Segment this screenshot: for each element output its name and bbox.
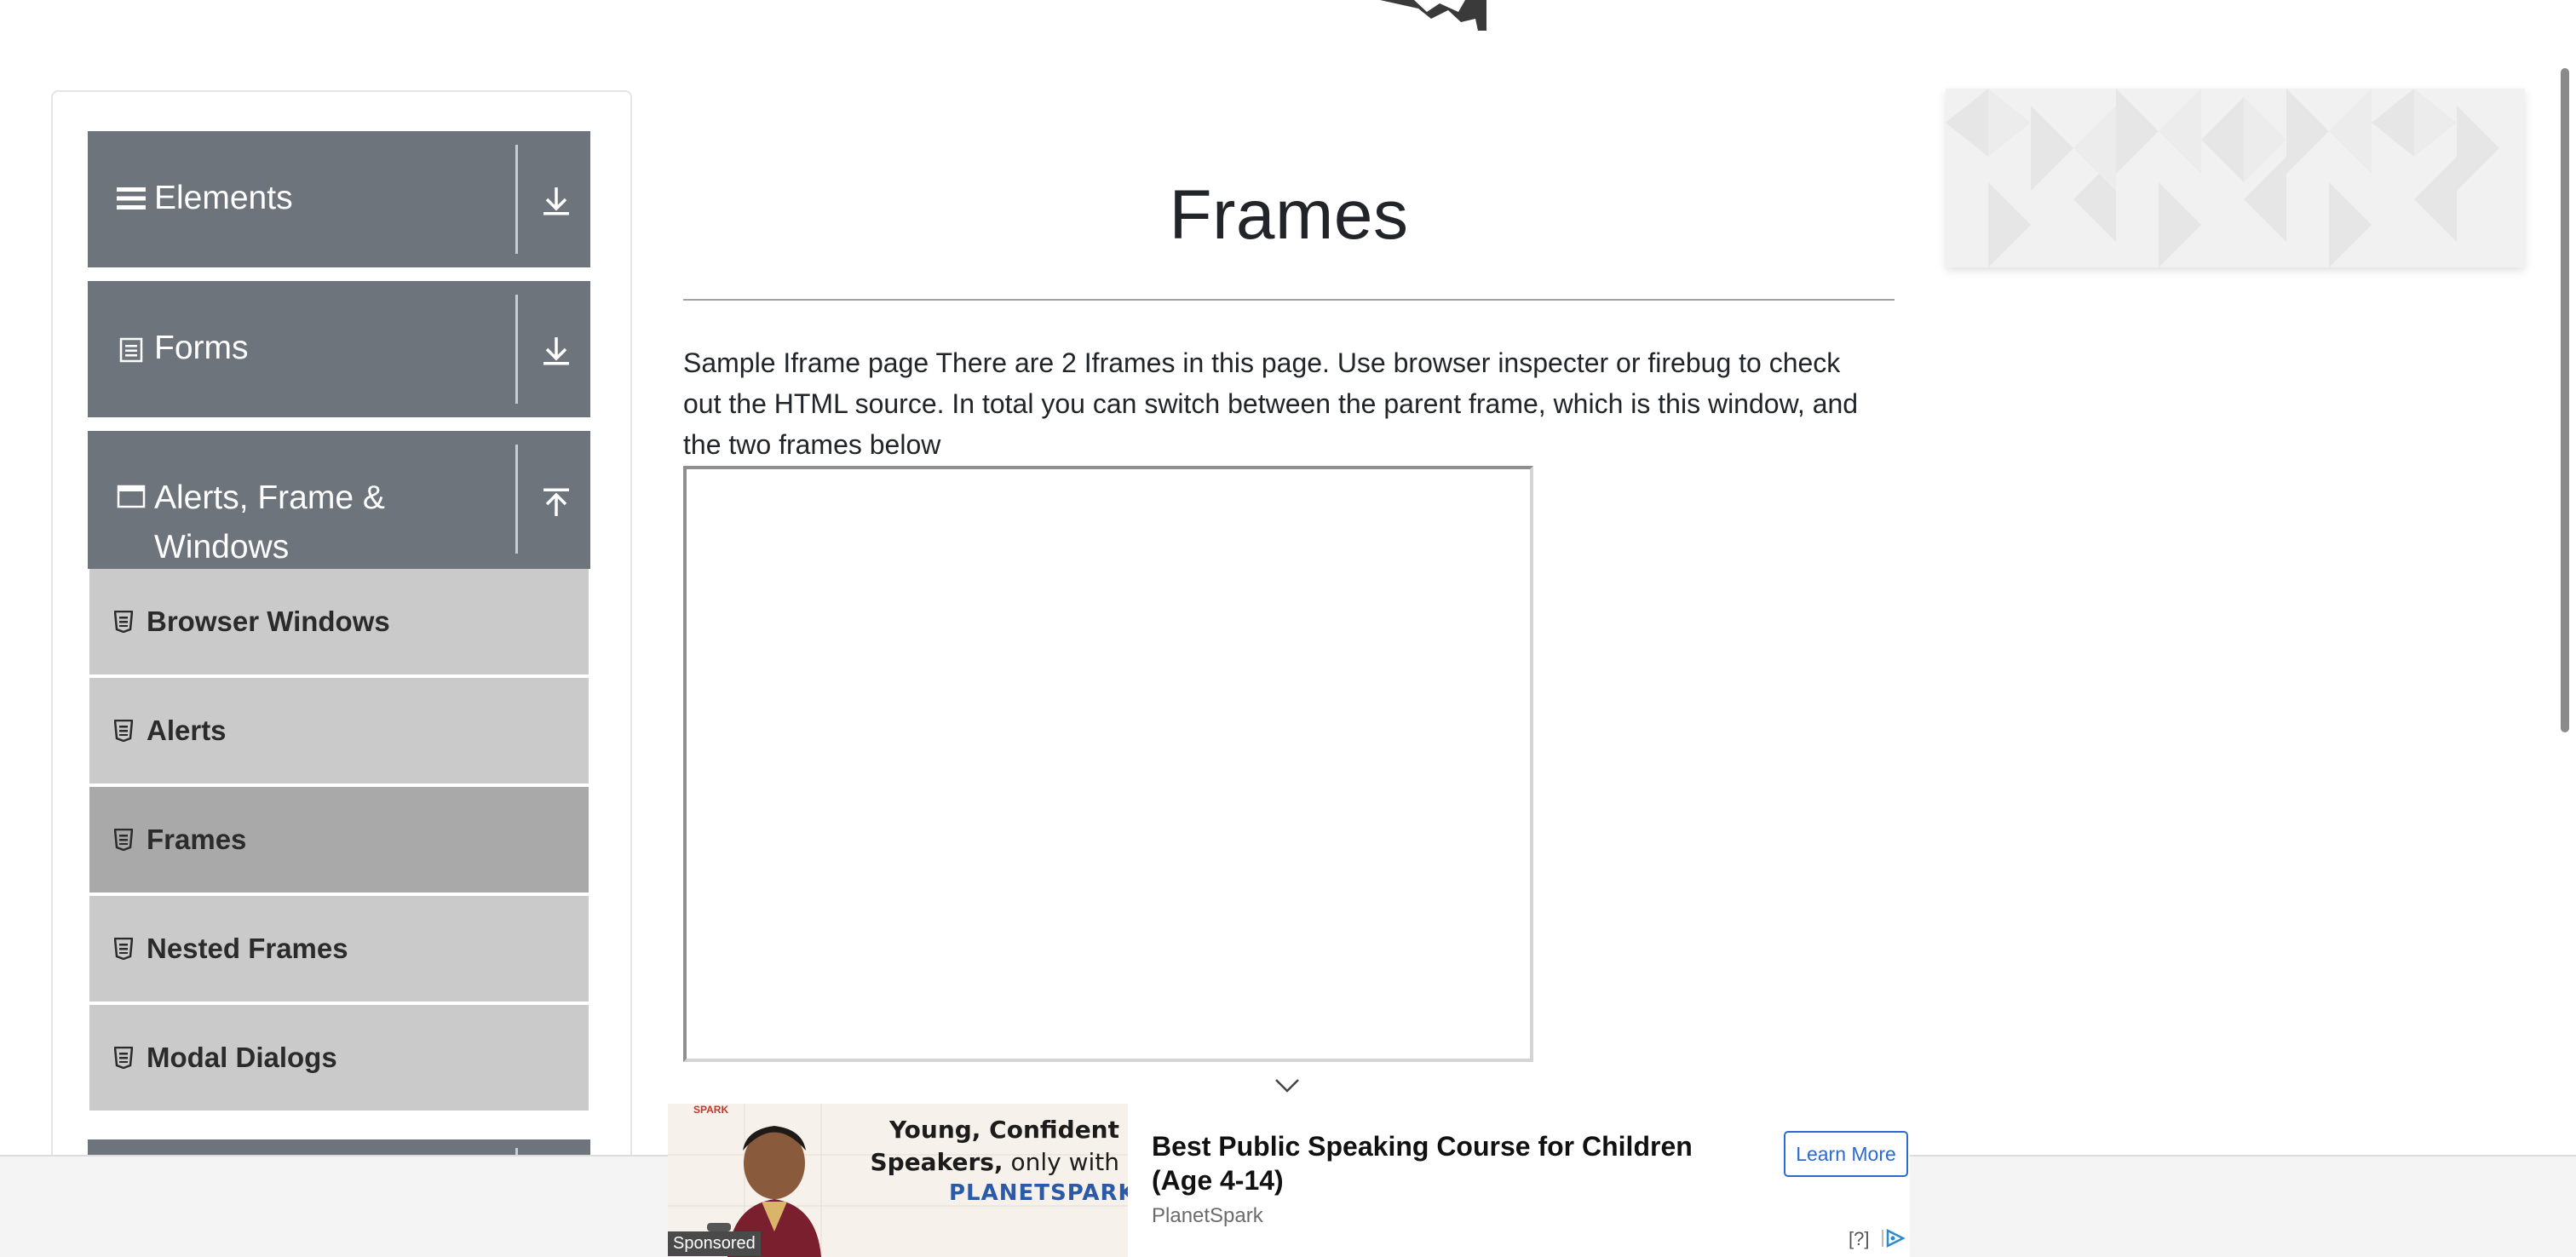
window-icon xyxy=(117,484,146,509)
sidebar-group-label: Alerts, Frame & xyxy=(154,479,385,516)
ad-choices-icon[interactable] xyxy=(1881,1228,1906,1248)
divider xyxy=(515,445,518,554)
ad-tagline-line: Young, Confident xyxy=(888,1116,1119,1144)
ad-headline[interactable]: Best Public Speaking Course for Children… xyxy=(1152,1129,1731,1197)
sidebar-group-label: Elements xyxy=(154,180,293,216)
sidebar-group-alerts-frame-windows[interactable]: Alerts, Frame & Windows xyxy=(88,431,590,569)
page-title: Frames xyxy=(1169,176,1409,254)
side-ad-banner[interactable] xyxy=(1946,89,2525,267)
title-divider xyxy=(683,299,1895,301)
sidebar-item-nested-frames[interactable]: Nested Frames xyxy=(89,896,589,1002)
html5-icon xyxy=(113,719,134,743)
sidebar-item-browser-windows[interactable]: Browser Windows xyxy=(89,569,589,674)
ad-tagline-bold: Speakers, xyxy=(870,1148,1003,1176)
sidebar-item-label: Alerts xyxy=(147,715,227,746)
ad-tagline-line: Speakers, only with xyxy=(838,1146,1119,1179)
description-line: Sample Iframe page There are 2 Iframes i… xyxy=(683,347,1841,378)
frame-1[interactable] xyxy=(683,466,1533,1062)
ad-brand-mark: SPARK xyxy=(693,1104,729,1116)
page-scrollbar[interactable] xyxy=(2561,68,2569,732)
sponsored-label: Sponsored xyxy=(668,1231,761,1256)
hamburger-icon xyxy=(117,186,146,211)
page-description: Sample Iframe page There are 2 Iframes i… xyxy=(683,342,1901,465)
ad-headline-line: (Age 4-14) xyxy=(1152,1165,1284,1196)
ad-image[interactable]: SPARK Young, Confident Speakers, only wi… xyxy=(668,1104,1128,1257)
html5-icon xyxy=(113,1046,134,1070)
ad-image-tagline: Young, Confident Speakers, only with xyxy=(838,1114,1119,1179)
learn-more-button[interactable]: Learn More xyxy=(1784,1131,1908,1177)
sidebar-item-label: Browser Windows xyxy=(147,606,390,637)
ad-source: PlanetSpark xyxy=(1152,1204,1263,1227)
chevron-down-icon[interactable] xyxy=(1274,1076,1300,1095)
sidebar-group-label: Forms xyxy=(154,330,249,366)
description-line: the two frames below xyxy=(683,429,941,460)
sidebar-item-frames[interactable]: Frames xyxy=(89,787,589,893)
page-root: Elements Forms Alerts, Frame & Windows B… xyxy=(0,0,2576,1257)
sidebar-group-elements[interactable]: Elements xyxy=(88,131,590,267)
ad-help-link[interactable]: [?] xyxy=(1849,1228,1869,1250)
sidebar-item-alerts[interactable]: Alerts xyxy=(89,678,589,783)
sidebar-item-label: Nested Frames xyxy=(147,933,348,964)
expand-arrow-icon[interactable] xyxy=(538,182,575,220)
pattern-background xyxy=(1946,89,2499,267)
html5-icon xyxy=(113,937,134,961)
html5-icon xyxy=(113,828,134,852)
sidebar-group-forms[interactable]: Forms xyxy=(88,281,590,417)
sidebar-item-label: Frames xyxy=(147,824,247,855)
description-line: out the HTML source. In total you can sw… xyxy=(683,388,1859,419)
sidebar-group-label-line2: Windows xyxy=(154,529,290,565)
ad-image-brand: PLANETSPARK xyxy=(949,1180,1128,1206)
collapse-arrow-icon[interactable] xyxy=(538,484,575,521)
bottom-ad[interactable]: SPARK Young, Confident Speakers, only wi… xyxy=(668,1104,1910,1257)
html5-icon xyxy=(113,610,134,634)
divider xyxy=(515,295,518,404)
sidebar-item-label: Modal Dialogs xyxy=(147,1042,337,1073)
site-logo[interactable] xyxy=(1380,0,1486,31)
sidebar-item-modal-dialogs[interactable]: Modal Dialogs xyxy=(89,1005,589,1111)
ad-tagline-rest: only with xyxy=(1003,1148,1119,1176)
ad-headline-line: Best Public Speaking Course for Children xyxy=(1152,1131,1693,1162)
expand-arrow-icon[interactable] xyxy=(538,332,575,370)
divider xyxy=(515,145,518,254)
document-icon xyxy=(117,337,146,363)
